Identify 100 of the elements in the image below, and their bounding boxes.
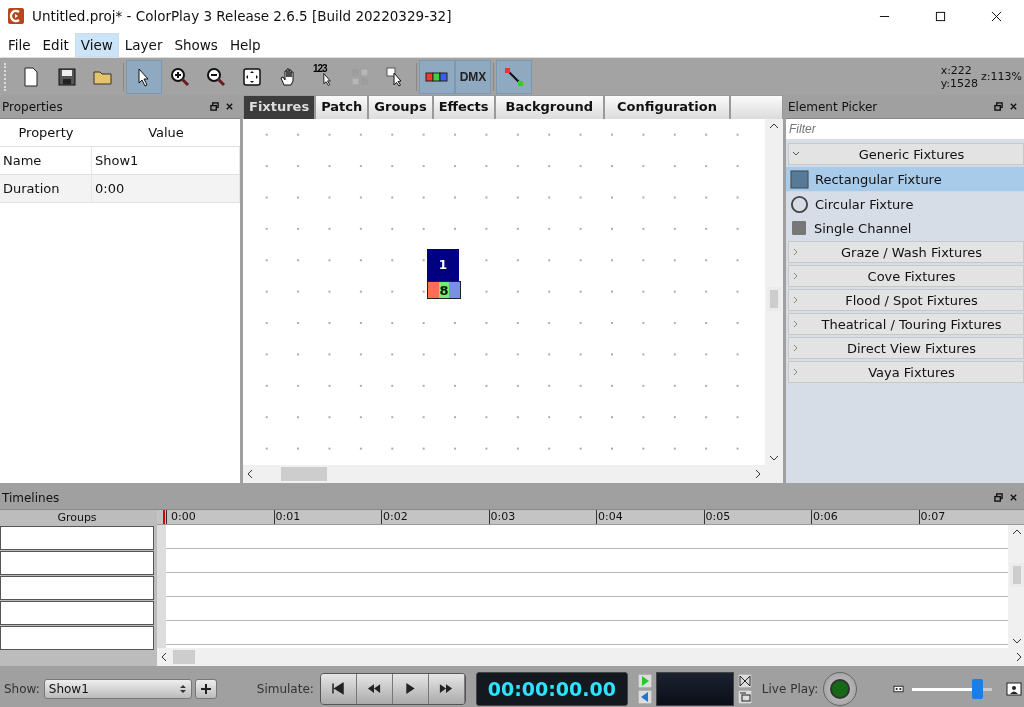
group-slot[interactable] (0, 526, 154, 550)
zoom-slider[interactable] (912, 678, 993, 699)
save-icon (57, 66, 77, 87)
fixture-group-header[interactable]: Cove Fixtures (788, 265, 1024, 287)
fast-forward-icon (439, 682, 454, 695)
property-value[interactable]: 0:00 (92, 175, 240, 202)
menu-item[interactable]: Layer (118, 32, 169, 57)
tab[interactable]: Effects (432, 95, 495, 119)
fixture-type-item[interactable]: Single Channel (786, 216, 1024, 240)
close-icon[interactable] (225, 102, 234, 111)
tab[interactable]: Background (494, 95, 604, 119)
toolbar-button[interactable] (126, 59, 162, 94)
fit-view-icon (242, 66, 262, 87)
filter-field[interactable]: Filter (786, 119, 1024, 139)
scroll-right-icon[interactable] (1016, 652, 1022, 662)
time-tick: 0:05 (703, 510, 811, 524)
tab[interactable]: Groups (368, 95, 433, 119)
column-header: Property (17, 125, 75, 140)
chevron-right-icon (792, 368, 800, 376)
scroll-down-icon[interactable] (769, 455, 779, 461)
group-slot[interactable] (0, 576, 154, 600)
grid-icon (350, 66, 370, 87)
app-logo-icon (8, 8, 24, 24)
square-icon (792, 221, 806, 235)
fast-forward-button[interactable] (428, 673, 465, 704)
scrollbar-thumb[interactable] (281, 467, 327, 481)
scroll-left-icon[interactable] (161, 652, 167, 662)
time-tick: 0:07 (918, 510, 1024, 524)
scroll-up-icon[interactable] (1012, 529, 1022, 535)
scrollbar-thumb[interactable] (173, 650, 195, 664)
zoom-out-icon (206, 66, 226, 87)
close-icon[interactable] (1009, 102, 1018, 111)
add-show-button[interactable] (194, 678, 217, 699)
fixture-group-header[interactable]: Flood / Spot Fixtures (788, 289, 1024, 311)
small-view-icon[interactable] (893, 684, 905, 693)
horizontal-scrollbar[interactable] (243, 465, 765, 483)
plus-icon (199, 682, 212, 695)
groups-heading: Groups (57, 511, 97, 525)
menu-item[interactable]: Edit (36, 32, 75, 57)
menu-item[interactable]: Help (223, 32, 267, 57)
play-icon (403, 682, 418, 695)
fixture-type-item[interactable]: Rectangular Fixture (786, 166, 1024, 192)
live-play-button[interactable] (823, 671, 858, 706)
column-header: Value (147, 125, 185, 140)
vertical-scrollbar[interactable] (765, 119, 783, 465)
fixture-group-header[interactable]: Theatrical / Touring Fixtures (788, 313, 1024, 335)
zoom-in-icon (170, 66, 190, 87)
float-icon[interactable] (210, 102, 219, 111)
slider-thumb[interactable] (971, 678, 983, 699)
float-icon[interactable] (994, 102, 1003, 111)
rectangle-icon (790, 169, 809, 189)
show-dropdown[interactable]: Show1 (43, 678, 192, 699)
live-play-label: Live Play: (761, 681, 819, 696)
close-icon[interactable] (1009, 493, 1018, 502)
play-button[interactable] (392, 673, 429, 704)
float-icon[interactable] (994, 493, 1003, 502)
horizontal-scrollbar[interactable] (157, 648, 1024, 666)
scroll-up-icon[interactable] (769, 123, 779, 129)
tab[interactable]: Configuration (604, 95, 730, 119)
panel-title: Element Picker (788, 99, 878, 114)
fixture-group-header[interactable]: Vaya Fixtures (788, 361, 1024, 383)
time-tick: 0:00 (166, 510, 274, 524)
vertical-scrollbar[interactable] (1008, 525, 1024, 648)
menu-item[interactable]: View (74, 32, 119, 57)
rewind-button[interactable] (356, 673, 393, 704)
play-reverse-icon[interactable] (637, 689, 652, 704)
time-display: 00:00:00.00 (475, 671, 628, 706)
property-name: Duration (0, 175, 92, 202)
time-tick: 0:01 (273, 510, 381, 524)
group-slot[interactable] (0, 551, 154, 575)
dmx-button[interactable]: DMX (455, 59, 491, 94)
fixture-group-header[interactable]: Graze / Wash Fixtures (788, 241, 1024, 263)
maximize-icon[interactable] (935, 10, 946, 22)
fixture-block[interactable]: 1 (427, 249, 459, 281)
scroll-down-icon[interactable] (1012, 638, 1022, 644)
large-view-icon[interactable] (1006, 681, 1023, 696)
bowtie-icon[interactable] (737, 673, 752, 688)
scrollbar-thumb[interactable] (767, 287, 781, 311)
window-title: Untitled.proj* - ColorPlay 3 Release 2.6.5 [Build 20220329-32] (32, 8, 452, 24)
scroll-right-icon[interactable] (755, 469, 761, 479)
time-tick: 0:02 (381, 510, 489, 524)
close-icon[interactable] (991, 10, 1002, 22)
menu-item[interactable]: File (2, 32, 37, 57)
chevron-down-icon (792, 150, 800, 158)
group-slot[interactable] (0, 601, 154, 625)
fixture-type-item[interactable]: Circular Fixture (786, 192, 1024, 216)
tab[interactable]: Patch (315, 95, 369, 119)
fixture-group-header[interactable]: Generic Fixtures (788, 143, 1024, 165)
skip-to-start-button[interactable] (320, 673, 357, 704)
circle-icon (790, 194, 809, 214)
fixture-group-header[interactable]: Direct View Fixtures (788, 337, 1024, 359)
connector-icon (504, 66, 524, 87)
scroll-left-icon[interactable] (247, 469, 253, 479)
simulate-label: Simulate: (256, 681, 314, 696)
group-slot[interactable] (0, 626, 154, 650)
toolbar-button[interactable]: 123 (306, 59, 342, 94)
tab[interactable]: Fixtures (243, 95, 316, 119)
new-file-icon (21, 66, 41, 87)
menu-item[interactable]: Shows (168, 32, 224, 57)
scrollbar-thumb[interactable] (1010, 563, 1024, 587)
